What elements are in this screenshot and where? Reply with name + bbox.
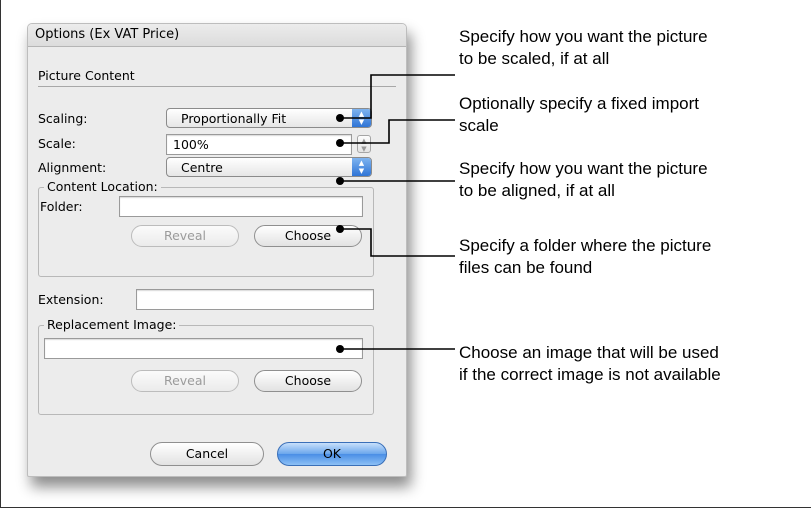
alignment-annotation: Specify how you want the picture to be a… <box>459 158 708 202</box>
callout-dot <box>336 139 344 147</box>
scaling-annotation-line1: Specify how you want the picture <box>459 27 708 46</box>
scale-annotation-line1: Optionally specify a fixed import <box>459 94 699 113</box>
scaling-callout-line <box>342 74 455 119</box>
replacement-annotation-line1: Choose an image that will be used <box>459 343 719 362</box>
callout-dot <box>336 345 344 353</box>
callout-dot <box>336 225 344 233</box>
scale-annotation: Optionally specify a fixed import scale <box>459 93 699 137</box>
scale-annotation-line2: scale <box>459 116 499 135</box>
folder-annotation-line1: Specify a folder where the picture <box>459 236 712 255</box>
replacement-annotation: Choose an image that will be used if the… <box>459 342 721 386</box>
callout-dot <box>336 177 344 185</box>
replacement-annotation-line2: if the correct image is not available <box>459 365 721 384</box>
callout-dot <box>336 114 344 122</box>
scale-callout-line <box>342 119 455 144</box>
scaling-annotation: Specify how you want the picture to be s… <box>459 26 708 70</box>
folder-annotation-line2: files can be found <box>459 258 593 277</box>
folder-annotation: Specify a folder where the picture files… <box>459 235 711 279</box>
scaling-annotation-line2: to be scaled, if at all <box>459 49 610 68</box>
alignment-annotation-line1: Specify how you want the picture <box>459 159 708 178</box>
alignment-annotation-line2: to be aligned, if at all <box>459 181 615 200</box>
folder-callout-line <box>342 228 455 257</box>
